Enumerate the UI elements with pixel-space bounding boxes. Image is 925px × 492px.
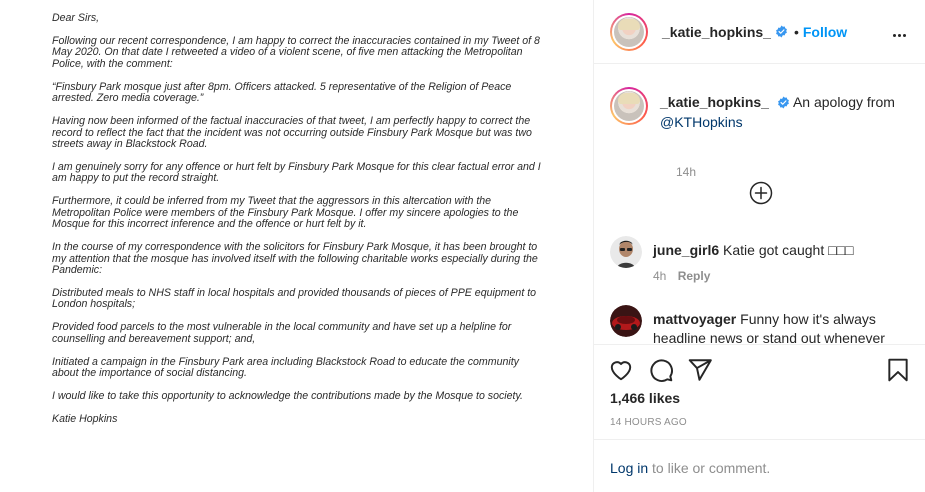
login-link[interactable]: Log in <box>610 460 648 476</box>
comment-icon[interactable] <box>648 357 674 383</box>
follow-button[interactable]: Follow <box>803 24 847 40</box>
letter-paragraph: Provided food parcels to the most vulner… <box>52 321 512 345</box>
letter-paragraph: Dear Sirs, <box>52 12 100 24</box>
avatar-image <box>614 16 644 47</box>
post-sidebar: _katie_hopkins_ • Follow _katie_hopkins_ <box>593 0 925 492</box>
letter-signature: Katie Hopkins <box>52 413 118 426</box>
avatar-image <box>610 236 642 268</box>
letter-paragraph: Furthermore, it could be inferred from m… <box>52 195 519 231</box>
letter-paragraph: In the course of my correspondence with … <box>52 241 538 277</box>
caption-mention-link[interactable]: @KTHopkins <box>660 114 743 130</box>
post-header: _katie_hopkins_ • Follow <box>594 0 925 64</box>
comment-meta: 4h Reply <box>653 269 710 283</box>
letter-paragraph: “Finsbury Park mosque just after 8pm. Of… <box>52 80 512 105</box>
login-prompt: Log in to like or comment. <box>594 439 925 492</box>
caption-username[interactable]: _katie_hopkins_ <box>660 94 769 110</box>
action-bar: 1,466 likes 14 HOURS AGO <box>594 344 925 439</box>
apology-letter: Dear Sirs, Following our recent correspo… <box>52 12 542 426</box>
comment-text: Katie got caught □□□ <box>723 242 854 258</box>
letter-paragraph: Distributed meals to NHS staff in local … <box>52 287 537 311</box>
comment-username[interactable]: mattvoyager <box>653 311 736 327</box>
verified-badge-icon <box>777 96 789 109</box>
letter-paragraph: Having now been informed of the factual … <box>52 115 532 151</box>
likes-count[interactable]: 1,466 likes <box>610 390 680 406</box>
comment-age[interactable]: 4h <box>653 269 666 283</box>
bookmark-icon[interactable] <box>885 357 911 383</box>
caption-avatar[interactable] <box>610 87 648 125</box>
letter-paragraph: Following our recent correspondence, I a… <box>52 35 540 70</box>
separator-dot: • <box>793 23 799 40</box>
comment-username[interactable]: june_girl6 <box>653 242 719 258</box>
avatar-image <box>610 305 642 337</box>
instagram-post: Dear Sirs, Following our recent correspo… <box>0 0 925 492</box>
commenter-avatar[interactable] <box>610 305 642 337</box>
verified-badge-icon <box>776 25 787 38</box>
share-icon[interactable] <box>687 357 713 383</box>
caption-text: An apology from <box>792 94 895 110</box>
post-image[interactable]: Dear Sirs, Following our recent correspo… <box>0 0 593 492</box>
letter-paragraph: I am genuinely sorry for any offence or … <box>52 161 541 185</box>
commenter-avatar[interactable] <box>610 236 642 268</box>
caption-timestamp[interactable]: 14h <box>676 165 696 179</box>
reply-button[interactable]: Reply <box>678 269 711 283</box>
header-username[interactable]: _katie_hopkins_ <box>662 24 771 40</box>
login-prompt-text: to like or comment. <box>648 460 771 476</box>
avatar-image <box>614 91 644 121</box>
letter-paragraph: I would like to take this opportunity to… <box>52 390 523 403</box>
heart-icon[interactable] <box>608 357 634 383</box>
post-time[interactable]: 14 HOURS AGO <box>610 417 687 428</box>
letter-paragraph: Initiated a campaign in the Finsbury Par… <box>52 355 519 380</box>
comments-section[interactable]: _katie_hopkins_ An apology from @KTHopki… <box>594 65 925 343</box>
avatar[interactable] <box>610 12 648 51</box>
more-options-icon[interactable] <box>893 24 911 38</box>
load-more-comments-icon[interactable] <box>749 181 773 205</box>
